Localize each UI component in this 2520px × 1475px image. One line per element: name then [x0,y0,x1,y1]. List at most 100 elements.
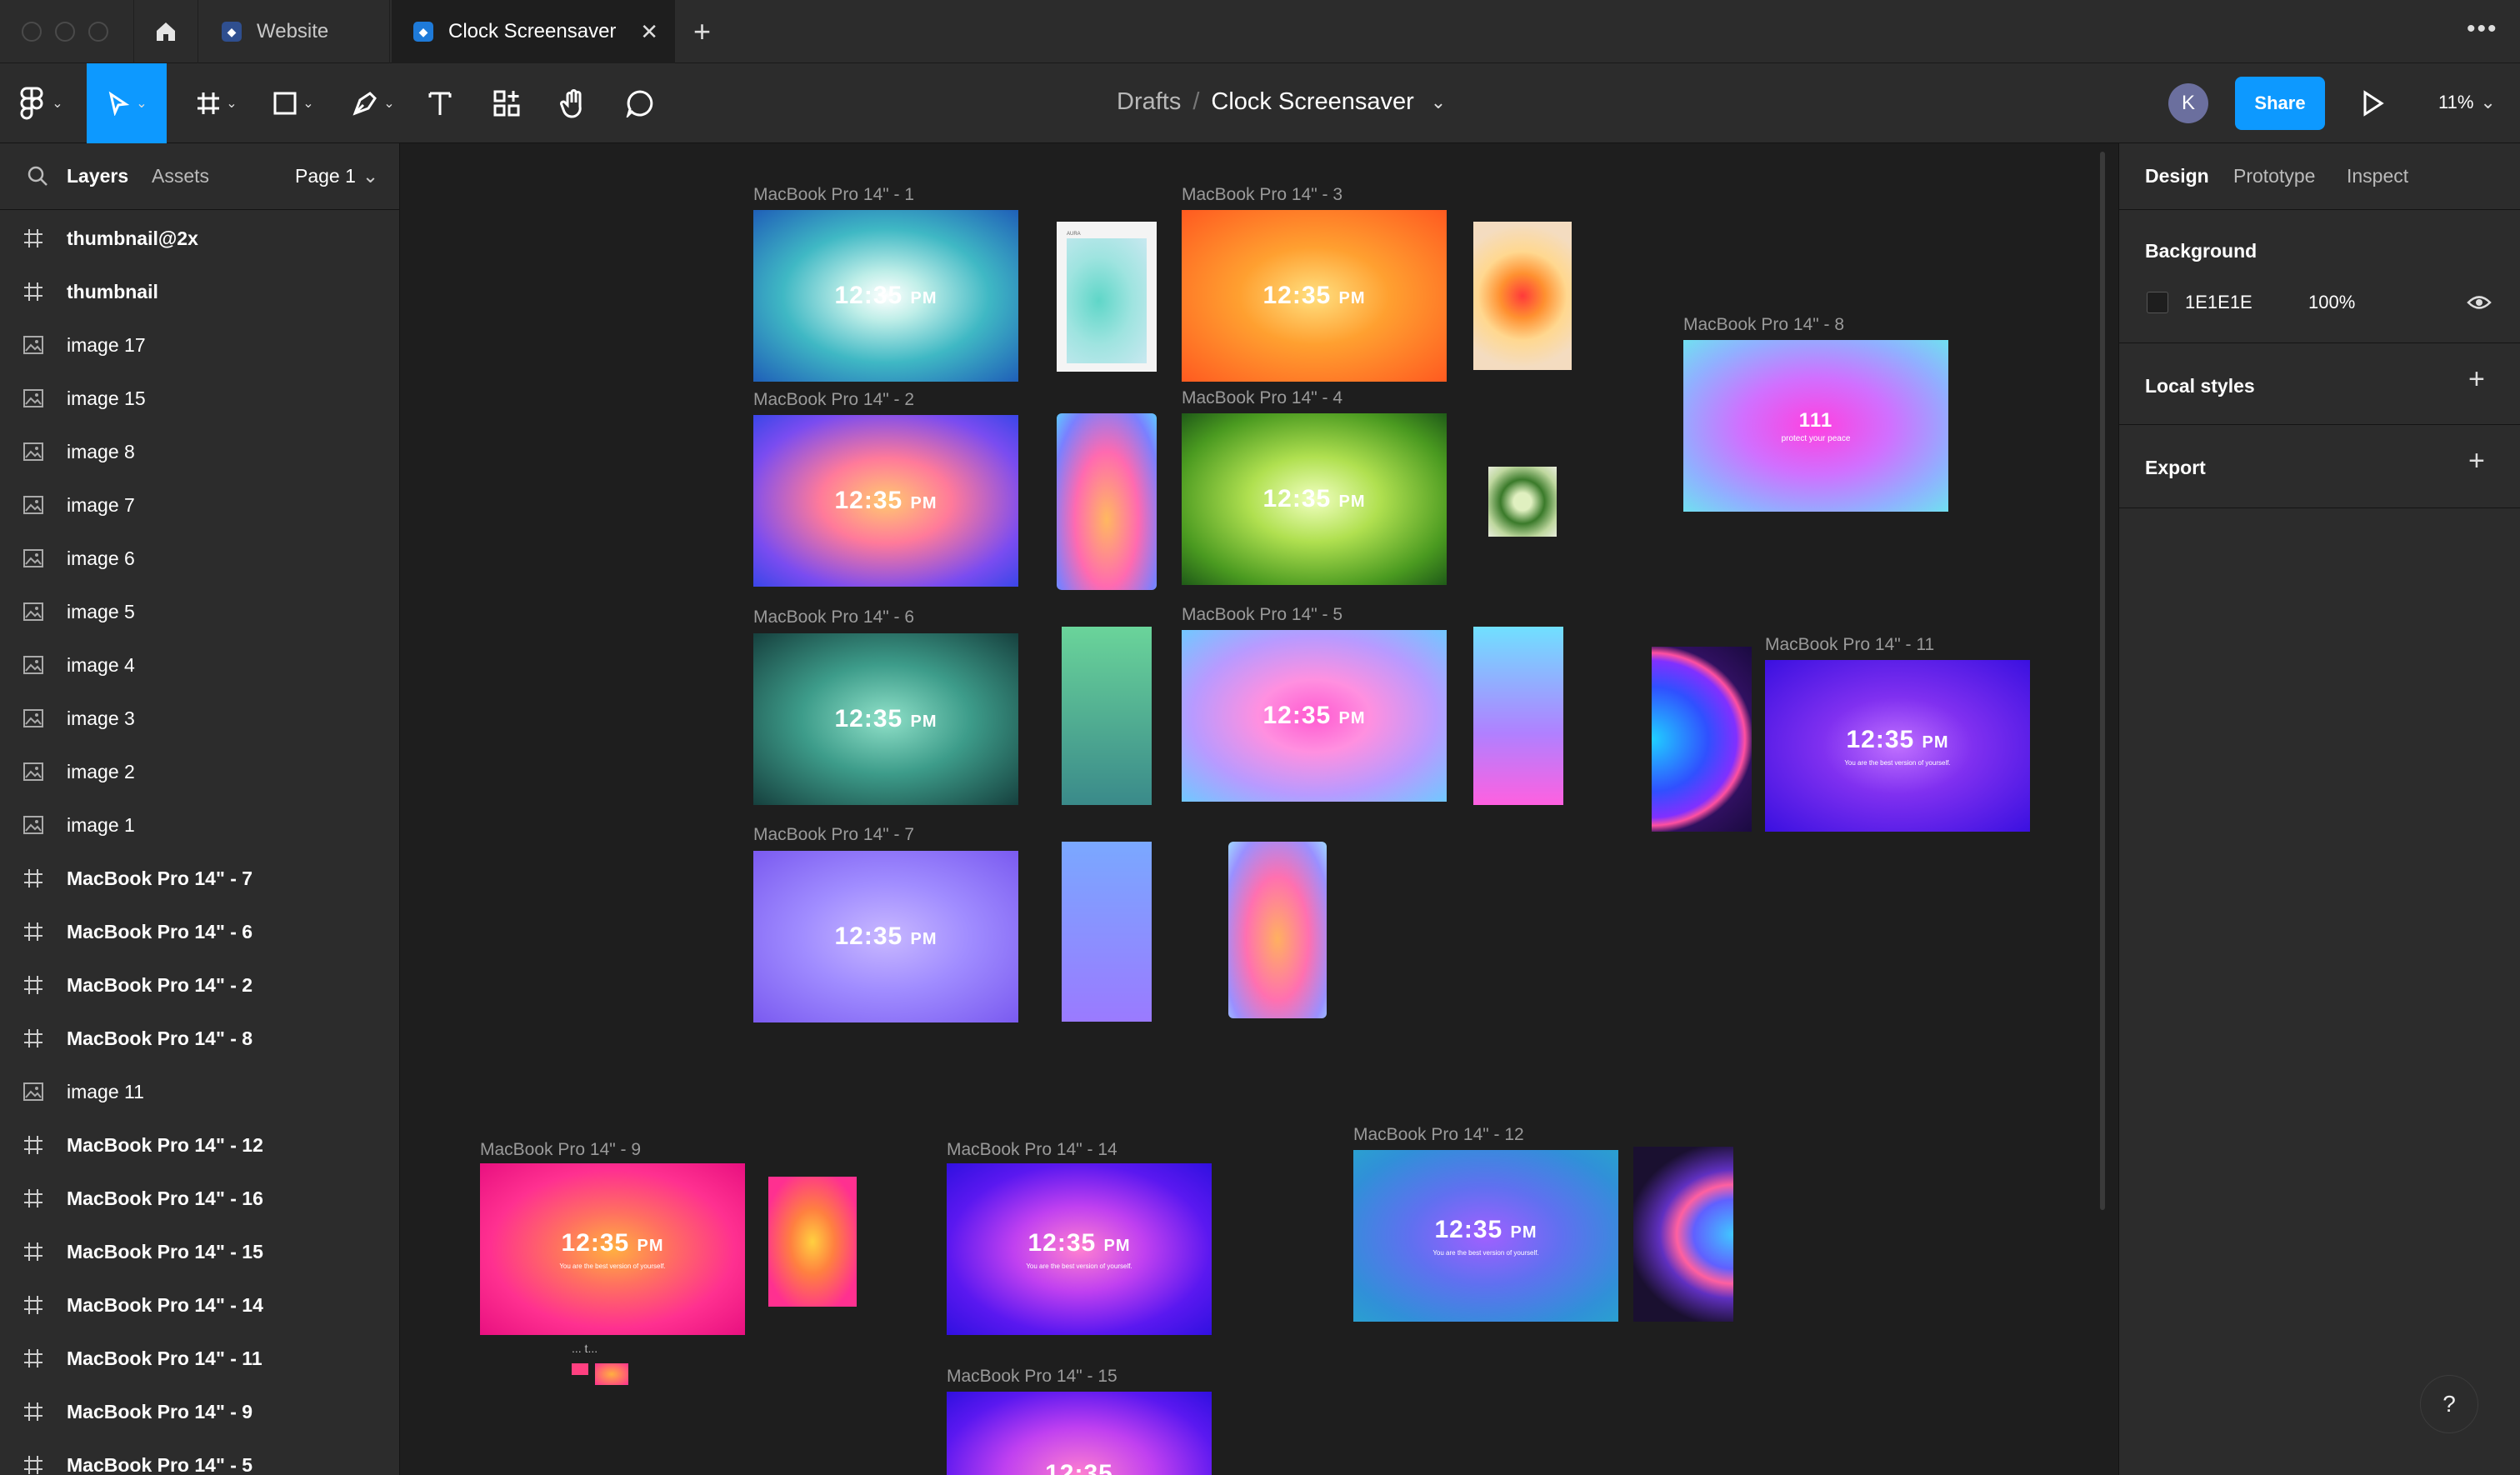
avatar[interactable]: K [2168,83,2208,123]
screensaver-thumbnail[interactable]: 12:35 [947,1392,1212,1475]
tab-clock-screensaver[interactable]: ◆ Clock Screensaver ✕ [392,0,675,63]
screensaver-thumbnail[interactable]: 12:35 PM You are the best version of you… [1353,1150,1618,1322]
poster-image[interactable]: AURA [1057,222,1157,372]
frame-label[interactable]: MacBook Pro 14" - 8 [1683,315,1844,335]
more-options-icon[interactable]: ••• [2467,15,2498,43]
home-tab[interactable] [133,0,198,63]
layer-item[interactable]: image 5 [0,585,400,638]
layer-item[interactable]: MacBook Pro 14" - 9 [0,1385,400,1438]
layer-item[interactable]: image 15 [0,372,400,425]
file-name[interactable]: Clock Screensaver [1211,88,1413,116]
tiny-frame-thumbnail[interactable] [572,1363,588,1375]
frame-label[interactable]: MacBook Pro 14" - 6 [753,608,914,628]
layer-item[interactable]: MacBook Pro 14" - 5 [0,1438,400,1475]
layer-item[interactable]: image 3 [0,692,400,745]
gradient-image[interactable] [1633,1147,1733,1322]
layer-item[interactable]: thumbnail@2x [0,212,400,265]
canvas-scrollbar[interactable] [2100,152,2105,1210]
move-tool-button[interactable]: ⌄ [87,63,167,143]
page-selector[interactable]: Page 1 ⌄ [295,165,378,188]
tab-prototype[interactable]: Prototype [2233,165,2315,188]
close-tab-icon[interactable]: ✕ [640,19,658,45]
layer-item[interactable]: image 2 [0,745,400,798]
zoom-dropdown[interactable]: 11% ⌄ [2438,92,2496,113]
layer-item[interactable]: MacBook Pro 14" - 11 [0,1332,400,1385]
layer-item[interactable]: image 7 [0,478,400,532]
gradient-image[interactable] [1488,467,1557,537]
frame-label[interactable]: MacBook Pro 14" - 5 [1182,605,1342,625]
pen-tool-button[interactable]: ⌄ [340,63,407,143]
layer-item[interactable]: image 4 [0,638,400,692]
tab-layers[interactable]: Layers [67,165,128,188]
background-hex-input[interactable]: 1E1E1E [2185,292,2252,313]
layer-item[interactable]: image 6 [0,532,400,585]
hand-tool-button[interactable] [553,63,593,143]
main-menu-button[interactable]: ⌄ [10,63,73,143]
layer-item[interactable]: MacBook Pro 14" - 16 [0,1172,400,1225]
resources-tool-button[interactable] [487,63,527,143]
layer-item[interactable]: MacBook Pro 14" - 8 [0,1012,400,1065]
eye-icon[interactable] [2467,292,2492,313]
text-tool-button[interactable] [420,63,460,143]
screensaver-thumbnail[interactable]: 12:35 PM [1182,210,1447,382]
frame-label[interactable]: MacBook Pro 14" - 15 [947,1367,1118,1387]
layer-item[interactable]: image 11 [0,1065,400,1118]
frame-label[interactable]: MacBook Pro 14" - 4 [1182,388,1342,408]
layer-item[interactable]: MacBook Pro 14" - 14 [0,1278,400,1332]
layer-item[interactable]: image 1 [0,798,400,852]
search-icon[interactable] [27,165,48,187]
layer-item[interactable]: MacBook Pro 14" - 6 [0,905,400,958]
screensaver-thumbnail[interactable]: 12:35 PM [753,851,1018,1022]
tab-website[interactable]: ◆ Website [200,0,390,63]
frame-label[interactable]: MacBook Pro 14" - 9 [480,1140,641,1160]
frame-label[interactable]: MacBook Pro 14" - 3 [1182,185,1342,205]
frame-label[interactable]: MacBook Pro 14" - 1 [753,185,914,205]
add-style-icon[interactable]: + [2468,363,2485,396]
breadcrumb-drafts[interactable]: Drafts [1117,88,1181,116]
gradient-image[interactable] [1228,842,1327,1018]
gradient-image[interactable] [768,1177,857,1307]
layer-item[interactable]: image 17 [0,318,400,372]
gradient-image[interactable] [1062,842,1152,1022]
layer-item[interactable]: image 8 [0,425,400,478]
frame-label[interactable]: MacBook Pro 14" - 12 [1353,1125,1524,1145]
layer-item[interactable]: thumbnail [0,265,400,318]
screensaver-thumbnail[interactable]: 111 protect your peace [1683,340,1948,512]
layer-item[interactable]: MacBook Pro 14" - 15 [0,1225,400,1278]
frame-label[interactable]: MacBook Pro 14" - 7 [753,825,914,845]
gradient-image[interactable] [1057,413,1157,590]
frame-label[interactable]: MacBook Pro 14" - 11 [1765,635,1934,655]
close-window-button[interactable] [22,22,42,42]
tab-design[interactable]: Design [2145,165,2209,188]
present-button[interactable] [2358,88,2387,122]
minimize-window-button[interactable] [55,22,75,42]
frame-label[interactable]: MacBook Pro 14" - 14 [947,1140,1118,1160]
add-export-icon[interactable]: + [2468,445,2485,478]
tiny-frame-thumbnail[interactable] [595,1363,628,1385]
screensaver-thumbnail[interactable]: 12:35 PM You are the best version of you… [947,1163,1212,1335]
screensaver-thumbnail[interactable]: 12:35 PM You are the best version of you… [480,1163,745,1335]
tab-assets[interactable]: Assets [152,165,209,188]
help-button[interactable]: ? [2420,1375,2478,1433]
background-color-swatch[interactable] [2147,292,2168,313]
screensaver-thumbnail[interactable]: 12:35 PM [753,210,1018,382]
screensaver-thumbnail[interactable]: 12:35 PM [1182,630,1447,802]
frame-label[interactable]: MacBook Pro 14" - 2 [753,390,914,410]
layer-item[interactable]: MacBook Pro 14" - 2 [0,958,400,1012]
frame-tool-button[interactable]: ⌄ [183,63,250,143]
share-button[interactable]: Share [2235,77,2325,130]
background-opacity-input[interactable]: 100% [2308,292,2355,313]
gradient-image[interactable] [1652,647,1752,832]
chevron-down-icon[interactable]: ⌄ [1431,92,1446,113]
screensaver-thumbnail[interactable]: 12:35 PM [753,633,1018,805]
screensaver-thumbnail[interactable]: 12:35 PM You are the best version of you… [1765,660,2030,832]
layer-item[interactable]: MacBook Pro 14" - 12 [0,1118,400,1172]
screensaver-thumbnail[interactable]: 12:35 PM [1182,413,1447,585]
new-tab-icon[interactable]: + [693,15,711,48]
tab-inspect[interactable]: Inspect [2347,165,2408,188]
layer-item[interactable]: MacBook Pro 14" - 7 [0,852,400,905]
maximize-window-button[interactable] [88,22,108,42]
screensaver-thumbnail[interactable]: 12:35 PM [753,415,1018,587]
gradient-image[interactable] [1473,627,1563,805]
comment-tool-button[interactable] [620,63,660,143]
